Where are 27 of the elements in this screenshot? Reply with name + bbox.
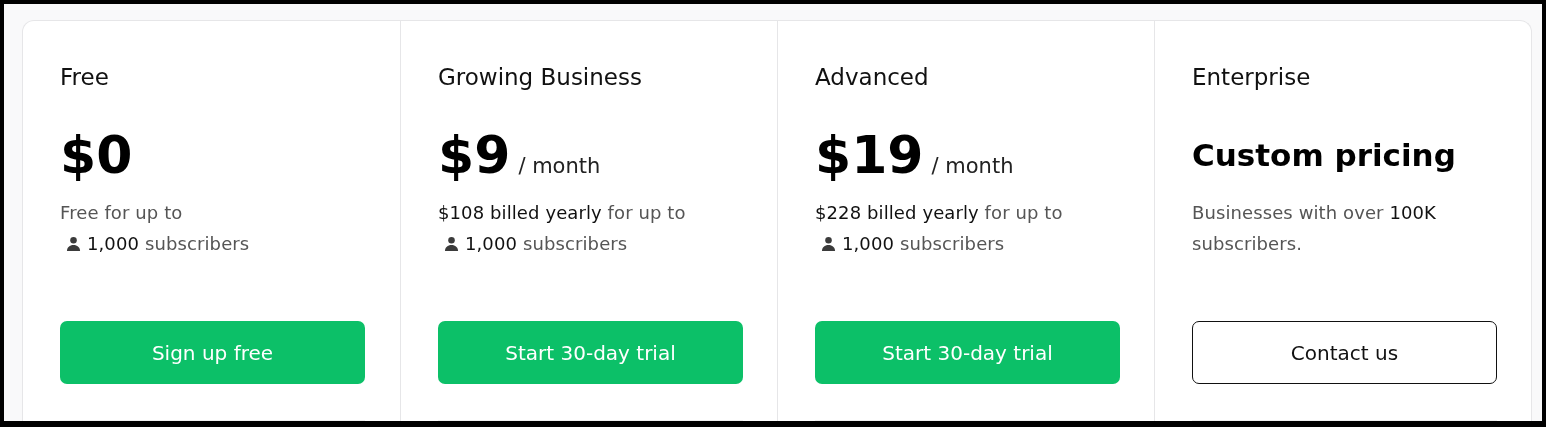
plan-name: Growing Business (438, 63, 643, 92)
contact-button[interactable]: Contact us (1192, 321, 1497, 384)
plan-description: subscribers (145, 233, 250, 254)
plan-price: Custom pricing (1192, 136, 1456, 175)
plan-description: subscribers (900, 233, 1005, 254)
signup-button[interactable]: Sign up free (60, 321, 365, 384)
plan-description: Businesses with over 100K subscribers. (1192, 202, 1436, 254)
subscriber-count: 1,000 (842, 233, 895, 254)
person-icon (66, 236, 81, 251)
signup-button[interactable]: Start 30-day trial (438, 321, 743, 384)
subscriber-count: 1,000 (465, 233, 518, 254)
person-icon (821, 236, 836, 251)
plan-description: $228 billed yearly for up to (815, 202, 1063, 223)
plan-description: $108 billed yearly for up to (438, 202, 686, 223)
plan-name: Advanced (815, 63, 930, 92)
plan-price: $0 (60, 124, 133, 187)
plan-description: Free for up to (60, 202, 183, 223)
person-icon (444, 236, 459, 251)
plan-description: subscribers (523, 233, 628, 254)
subscriber-count: 1,000 (87, 233, 140, 254)
billing-period: / month (931, 154, 1014, 178)
plan-name: Free (60, 63, 110, 92)
plan-price: $9 (438, 124, 511, 187)
signup-button[interactable]: Start 30-day trial (815, 321, 1120, 384)
billing-period: / month (518, 154, 601, 178)
plan-name: Enterprise (1192, 63, 1312, 92)
plan-price: $19 (815, 124, 924, 187)
